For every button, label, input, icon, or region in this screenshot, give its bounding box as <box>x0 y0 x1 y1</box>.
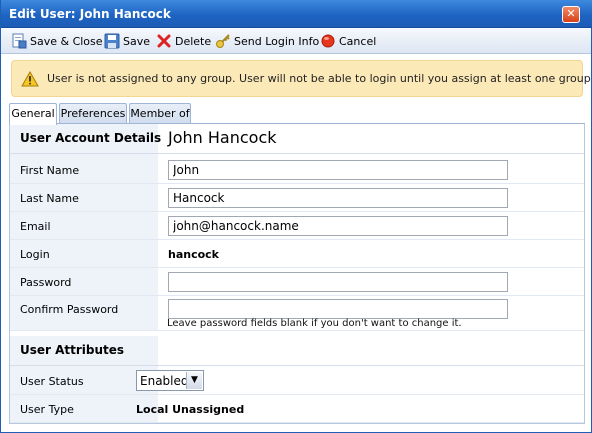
email-field[interactable] <box>168 216 508 236</box>
password-hint: Leave password fields blank if you don't… <box>167 318 462 329</box>
login-row: Login hancock <box>10 240 584 268</box>
login-label: Login <box>20 248 50 261</box>
close-button[interactable]: ✕ <box>562 6 580 23</box>
email-row: Email <box>10 212 584 240</box>
user-status-label: User Status <box>20 375 84 388</box>
user-display-name: John Hancock <box>168 128 277 147</box>
warning-triangle-icon <box>21 70 39 87</box>
save-close-button[interactable]: Save & Close <box>11 32 103 50</box>
window-title: Edit User: John Hancock <box>9 7 171 21</box>
last-name-row: Last Name <box>10 184 584 212</box>
tab-member-of[interactable]: Member of <box>129 103 191 124</box>
chevron-down-icon: ▼ <box>186 372 202 389</box>
save-label: Save <box>123 34 151 48</box>
title-bar[interactable]: Edit User: John Hancock ✕ <box>1 0 592 28</box>
tab-general[interactable]: General <box>9 103 57 125</box>
user-status-select[interactable]: Enabled ▼ <box>136 370 204 391</box>
cancel-button[interactable]: Cancel <box>320 32 376 50</box>
email-label: Email <box>20 220 51 233</box>
attributes-section-title: User Attributes <box>20 343 125 357</box>
send-login-info-button[interactable]: Send Login Info <box>215 32 319 50</box>
delete-x-icon <box>156 33 172 49</box>
password-field[interactable] <box>168 272 508 292</box>
account-section-title: User Account Details <box>20 131 162 145</box>
confirm-password-field[interactable] <box>168 299 508 319</box>
delete-button[interactable]: Delete <box>156 32 211 50</box>
password-label: Password <box>20 276 72 289</box>
save-button[interactable]: Save <box>104 32 150 50</box>
last-name-field[interactable] <box>168 188 508 208</box>
key-icon <box>215 33 231 49</box>
login-value: hancock <box>168 248 219 261</box>
confirm-password-label: Confirm Password <box>20 303 119 316</box>
send-login-label: Send Login Info <box>234 34 320 48</box>
tab-preferences[interactable]: Preferences <box>59 103 127 124</box>
edit-user-window: Edit User: John Hancock ✕ Save & Close S… <box>0 0 592 433</box>
attributes-section-header: User Attributes <box>10 336 584 366</box>
save-close-label: Save & Close <box>30 34 103 48</box>
account-section-header: User Account Details John Hancock <box>10 124 584 154</box>
toolbar: Save & Close Save Delete Send Login Info… <box>1 28 591 54</box>
user-status-row: User Status Enabled ▼ <box>10 367 584 395</box>
user-type-label: User Type <box>20 403 74 416</box>
user-type-value: Local Unassigned <box>136 403 245 416</box>
first-name-field[interactable] <box>168 160 508 180</box>
delete-label: Delete <box>175 34 212 48</box>
save-close-icon <box>11 33 27 49</box>
warning-text: User is not assigned to any group. User … <box>47 72 592 85</box>
warning-banner: User is not assigned to any group. User … <box>11 60 592 97</box>
user-status-value: Enabled <box>140 374 189 388</box>
last-name-label: Last Name <box>20 192 79 205</box>
cancel-label: Cancel <box>339 34 377 48</box>
floppy-disk-icon <box>104 33 120 49</box>
cancel-circle-icon <box>320 33 336 49</box>
user-type-row: User Type Local Unassigned <box>10 395 584 423</box>
password-row: Password <box>10 268 584 296</box>
first-name-label: First Name <box>20 164 80 177</box>
first-name-row: First Name <box>10 156 584 184</box>
